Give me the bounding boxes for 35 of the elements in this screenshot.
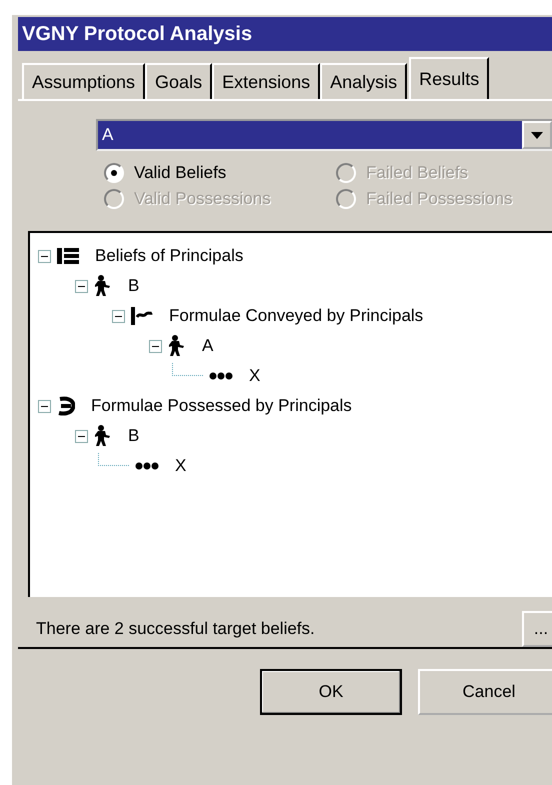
tab[interactable]: Extensions	[212, 63, 320, 99]
dialog-button[interactable]: OK	[260, 669, 402, 715]
tree-item[interactable]: X	[175, 456, 186, 476]
radio-label[interactable]: Valid Beliefs	[134, 163, 226, 184]
collapse-toggle[interactable]	[149, 340, 162, 353]
tree-item[interactable]: B	[128, 426, 140, 446]
tree-item[interactable]: Formulae Conveyed by Principals	[169, 306, 424, 326]
tree-item[interactable]: B	[128, 276, 140, 296]
tab[interactable]: Results	[409, 57, 490, 99]
collapse-toggle[interactable]	[75, 280, 88, 293]
tree-item[interactable]: Formulae Possessed by Principals	[91, 396, 352, 416]
window-title: VGNY Protocol Analysis	[22, 22, 252, 46]
tree-item[interactable]: X	[249, 366, 260, 386]
reversed-epsilon-icon	[57, 396, 75, 416]
list-icon	[57, 247, 79, 266]
principal-dropdown[interactable]: A	[96, 119, 552, 152]
tree-item[interactable]: Beliefs of Principals	[95, 246, 244, 266]
person-icon	[94, 275, 112, 298]
dots-icon	[135, 462, 159, 470]
dialog-button[interactable]: Cancel	[418, 669, 552, 715]
details-button[interactable]: ...	[522, 611, 552, 647]
collapse-toggle[interactable]	[112, 310, 125, 323]
tab[interactable]: Analysis	[320, 63, 408, 99]
dots-icon	[209, 372, 233, 380]
radio-button[interactable]	[104, 163, 124, 184]
turnstile-icon	[131, 306, 153, 326]
tab[interactable]: Goals	[145, 63, 212, 99]
person-icon	[94, 425, 112, 448]
tab[interactable]: Assumptions	[22, 63, 146, 99]
person-icon	[168, 335, 186, 358]
tree-item[interactable]: A	[202, 336, 214, 356]
collapse-toggle[interactable]	[38, 400, 51, 413]
collapse-toggle[interactable]	[38, 250, 51, 263]
status-text: There are 2 successful target beliefs.	[36, 619, 315, 639]
collapse-toggle[interactable]	[75, 430, 88, 443]
